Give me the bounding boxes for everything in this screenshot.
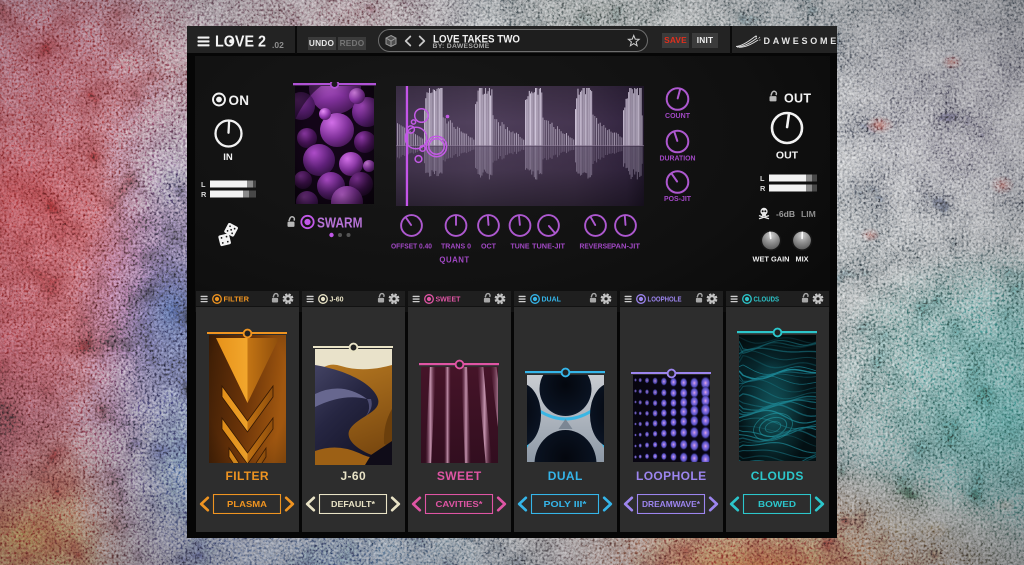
svg-text:CAVITIES*: CAVITIES* [436, 499, 484, 509]
svg-text:OFFSET 0.40: OFFSET 0.40 [391, 242, 432, 251]
svg-text:MIX: MIX [795, 255, 808, 264]
svg-text:J-60: J-60 [330, 297, 344, 304]
svg-text:R: R [760, 184, 766, 192]
svg-text:ON: ON [228, 92, 249, 107]
svg-text:DREAMWAVE*: DREAMWAVE* [642, 499, 701, 509]
svg-text:PLASMA: PLASMA [227, 499, 267, 509]
svg-text:L: L [760, 174, 765, 182]
svg-text:WET GAIN: WET GAIN [752, 255, 789, 264]
svg-text:SWARM: SWARM [317, 216, 363, 232]
svg-text:SWEET: SWEET [436, 297, 462, 304]
svg-text:OUT: OUT [784, 92, 811, 106]
svg-text:TUNE: TUNE [510, 242, 529, 251]
svg-text:TUNE-JIT: TUNE-JIT [532, 242, 566, 251]
svg-text:DURATION: DURATION [659, 153, 695, 162]
svg-text:LOOPHOLE: LOOPHOLE [648, 297, 682, 304]
svg-text:TRANS 0: TRANS 0 [441, 242, 471, 251]
svg-text:-6dB: -6dB [776, 209, 795, 219]
svg-text:R: R [201, 190, 207, 198]
svg-text:L: L [201, 180, 206, 188]
svg-text:OCT: OCT [481, 242, 497, 251]
svg-text:LOVE 2: LOVE 2 [215, 34, 266, 51]
svg-text:FILTER: FILTER [224, 297, 250, 304]
svg-text:COUNT: COUNT [665, 111, 691, 120]
svg-text:LIM: LIM [801, 209, 816, 219]
svg-text:REVERSE: REVERSE [579, 242, 611, 251]
svg-text:QUANT: QUANT [439, 256, 469, 265]
svg-text:DEFAULT*: DEFAULT* [331, 499, 376, 509]
svg-text:POS-JIT: POS-JIT [664, 194, 692, 203]
svg-text:CLOUDS: CLOUDS [754, 297, 780, 304]
svg-text:BOWED: BOWED [758, 499, 796, 509]
svg-text:DUAL: DUAL [542, 297, 562, 304]
svg-text:OUT: OUT [775, 150, 798, 162]
svg-text:POLY III*: POLY III* [544, 499, 588, 509]
svg-text:PAN-JIT: PAN-JIT [611, 242, 641, 251]
